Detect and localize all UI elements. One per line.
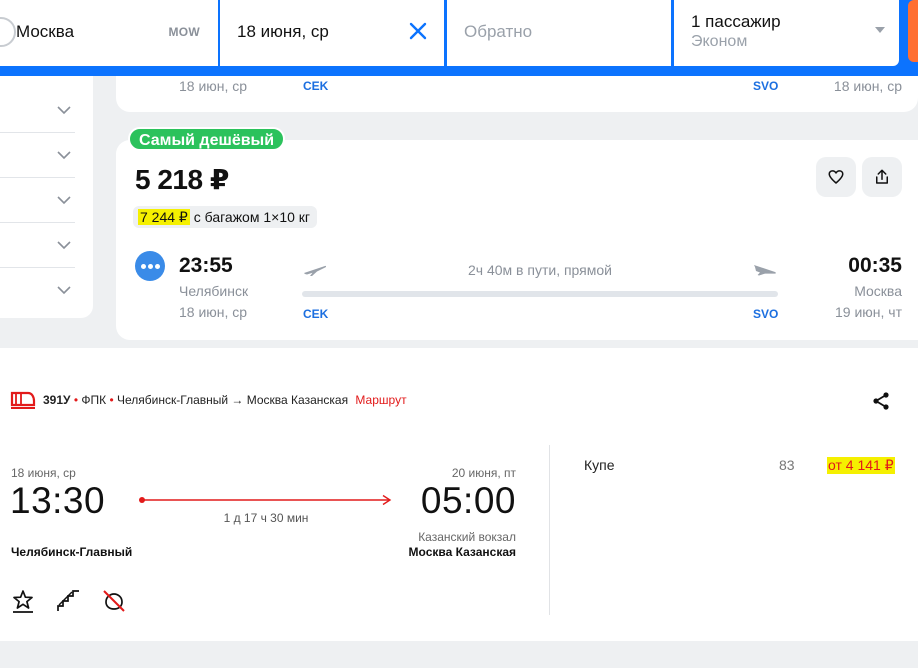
departure-airport-code: CEK [303, 307, 329, 321]
prev-dep-date: 18 июн, ср [179, 78, 248, 94]
train-departure-station: Челябинск-Главный [11, 545, 133, 559]
filter-panel [0, 76, 93, 318]
arrival-time: 00:35 [848, 254, 902, 277]
share-icon[interactable] [871, 391, 891, 411]
passengers-field[interactable]: 1 пассажир Эконом [674, 0, 899, 66]
clear-date-icon[interactable] [406, 19, 430, 43]
flight-card[interactable]: 5 218 ₽ 7 244 ₽ с багажом 1×10 кг 23:55 … [116, 140, 918, 340]
train-departure-date: 18 июня, ср [11, 466, 76, 480]
filter-item[interactable] [0, 133, 75, 178]
chevron-down-icon [57, 286, 71, 295]
chevron-down-icon [875, 27, 885, 33]
flight-route-bar [302, 291, 778, 297]
baggage-label: с багажом 1×10 кг [189, 209, 311, 225]
train-duration: 1 д 17 ч 30 мин [223, 511, 309, 525]
arrival-date: 19 июн, чт [835, 304, 902, 320]
departure-city: Челябинск [179, 283, 249, 299]
chevron-down-icon [57, 151, 71, 160]
baggage-price: 7 244 ₽ [138, 209, 190, 225]
depart-date-field[interactable]: 18 июня, ср [220, 0, 444, 66]
train-card[interactable]: 391У • ФПК • Челябинск-Главный → Москва … [0, 348, 918, 641]
stairs-icon [57, 590, 79, 611]
star-service-icon [13, 590, 33, 613]
cheapest-badge: Самый дешёвый [128, 127, 286, 151]
flight-price: 5 218 ₽ [135, 164, 229, 195]
car-class-price[interactable]: от 4 141 ₽ [827, 457, 895, 474]
car-class-name[interactable]: Купе [584, 457, 615, 473]
heart-icon [828, 170, 844, 184]
filter-item[interactable] [0, 268, 75, 313]
previous-flight-card[interactable]: 18 июн, ср CEK SVO 18 июн, ср [116, 76, 918, 112]
car-class-seats: 83 [779, 457, 795, 473]
page-background [0, 641, 918, 668]
filter-item[interactable] [0, 88, 75, 133]
cabin-class: Эконом [691, 33, 748, 50]
flight-duration: 2ч 40м в пути, прямой [468, 262, 612, 278]
search-bar: Москва MOW 18 июня, ср Обратно 1 пассажи… [0, 0, 918, 76]
arrival-city: Москва [854, 283, 902, 299]
airline-logo [135, 251, 165, 281]
arrival-airport-code: SVO [753, 307, 779, 321]
prev-arr-code: SVO [753, 79, 779, 93]
departure-date: 18 июн, ср [179, 304, 248, 320]
train-header: 391У • ФПК • Челябинск-Главный → Москва … [43, 393, 407, 407]
departure-time: 23:55 [179, 254, 233, 277]
origin-code: MOW [168, 25, 200, 39]
filter-item[interactable] [0, 223, 75, 268]
passenger-count: 1 пассажир [691, 12, 781, 31]
favorite-button[interactable] [816, 157, 856, 197]
chevron-down-icon [57, 106, 71, 115]
train-route: Челябинск-Главный → Москва Казанская [117, 393, 349, 407]
origin-city: Москва [16, 22, 75, 41]
train-arrival-time: 05:00 [420, 480, 516, 521]
prev-dep-code: CEK [303, 79, 329, 93]
train-route-arrow [139, 494, 392, 506]
search-button[interactable] [908, 0, 918, 62]
chevron-down-icon [57, 196, 71, 205]
chevron-down-icon [57, 241, 71, 250]
rzd-train-logo-icon [10, 391, 36, 409]
prev-arr-date: 18 июн, ср [833, 78, 902, 94]
route-link[interactable]: Маршрут [355, 393, 406, 407]
baggage-option[interactable]: 7 244 ₽ с багажом 1×10 кг [133, 206, 318, 228]
origin-field[interactable]: Москва MOW [0, 0, 218, 66]
train-operator: ФПК [81, 393, 107, 407]
train-arrival-terminal: Казанский вокзал [418, 530, 516, 544]
return-placeholder: Обратно [464, 22, 533, 41]
no-pets-icon [103, 590, 125, 612]
depart-date: 18 июня, ср [237, 22, 329, 41]
train-departure-time: 13:30 [10, 480, 106, 521]
landing-plane-icon [754, 265, 776, 276]
share-icon [876, 169, 888, 184]
filter-item[interactable] [0, 178, 75, 223]
return-date-field[interactable]: Обратно [447, 0, 671, 66]
share-button[interactable] [862, 157, 902, 197]
divider [549, 445, 550, 615]
train-number: 391У [43, 393, 71, 407]
train-arrival-station: Москва Казанская [408, 545, 516, 559]
train-arrival-date: 20 июня, пт [451, 466, 516, 480]
swap-circle-icon[interactable] [0, 17, 16, 47]
